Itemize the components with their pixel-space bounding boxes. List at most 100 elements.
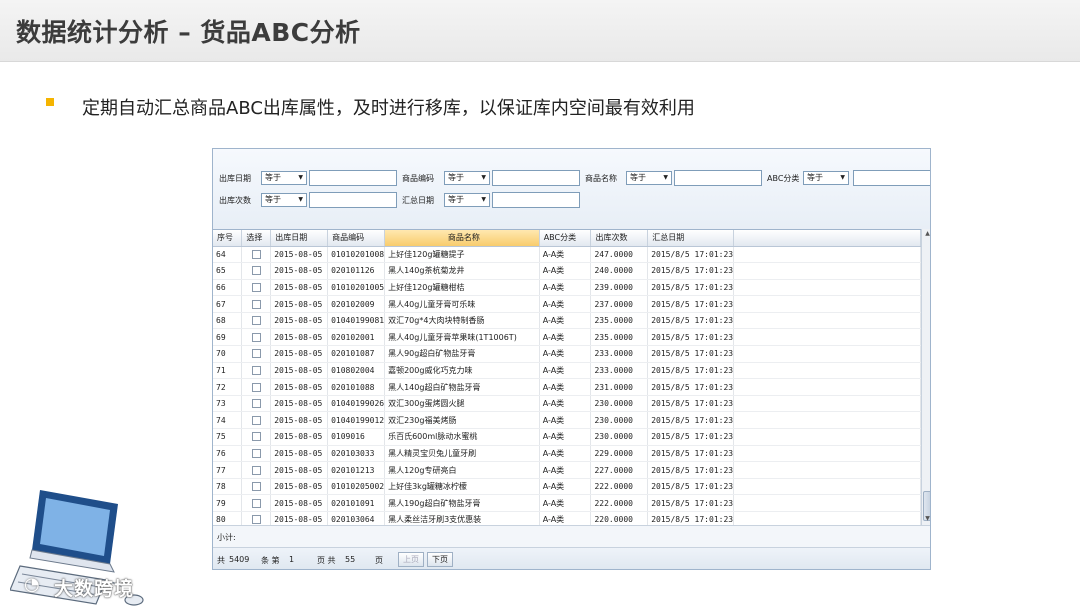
- cell-select[interactable]: [241, 411, 272, 430]
- row-checkbox[interactable]: [251, 249, 261, 259]
- cell-summary-date: 2015/8/5 17:01:23: [647, 395, 735, 413]
- cell-select[interactable]: [241, 378, 272, 396]
- table-row[interactable]: 69 2015-08-05 020102001 黑人40g儿童牙膏苹果味(1T1006…: [213, 328, 921, 347]
- cell-product-name: 黑人120g专研亮白: [384, 461, 540, 479]
- cell-select[interactable]: [241, 328, 272, 347]
- table-row[interactable]: 70 2015-08-05 020101087 黑人90g超白矿物盐牙膏 A-A类 233…: [213, 345, 921, 363]
- filter-op-product-code[interactable]: 等于 ▼: [444, 171, 490, 185]
- cell-select[interactable]: [241, 262, 272, 280]
- cell-select[interactable]: [241, 362, 272, 380]
- table-row[interactable]: 64 2015-08-05 01010201008 上好佳120g罐糖提子 A-A类 24…: [213, 246, 921, 264]
- table-row[interactable]: 71 2015-08-05 010802004 嘉顿200g威化巧克力味 A-A类 233…: [213, 362, 921, 380]
- column-header-abc-class[interactable]: ABC分类: [539, 230, 592, 247]
- table-row[interactable]: 67 2015-08-05 020102009 黑人40g儿童牙膏可乐味 A-A类 237…: [213, 295, 921, 313]
- table-row[interactable]: 66 2015-08-05 01010201005 上好佳120g罐糖柑桔 A-A类 23…: [213, 279, 921, 297]
- filter-op-summary-date[interactable]: 等于 ▼: [444, 193, 490, 207]
- cell-outbound-date: 2015-08-05: [270, 328, 329, 347]
- cell-product-name: 嘉顿200g威化巧克力味: [384, 362, 540, 380]
- cell-abc-class: A-A类: [539, 461, 592, 479]
- cell-product-code: 020101091: [327, 494, 386, 512]
- row-checkbox[interactable]: [251, 465, 261, 475]
- vertical-scrollbar[interactable]: ▲ ▼: [921, 229, 930, 525]
- filter-op-outbound-date[interactable]: 等于 ▼: [261, 171, 307, 185]
- scroll-down-icon[interactable]: ▼: [923, 515, 930, 524]
- row-checkbox[interactable]: [251, 316, 261, 326]
- cell-filler: [733, 345, 921, 363]
- row-checkbox[interactable]: [251, 382, 261, 392]
- row-checkbox[interactable]: [251, 365, 261, 375]
- row-checkbox[interactable]: [251, 432, 261, 442]
- filter-input-abc-class[interactable]: [853, 170, 930, 186]
- filter-input-outbound-count[interactable]: [309, 192, 397, 208]
- cell-select[interactable]: [241, 428, 272, 446]
- cell-select[interactable]: [241, 295, 272, 313]
- cell-select[interactable]: [241, 279, 272, 297]
- table-row[interactable]: 74 2015-08-05 01040199012 双汇230g福美烤肠 A-A类 230…: [213, 411, 921, 430]
- table-row[interactable]: 78 2015-08-05 01010205002 上好佳3kg罐糖冰柠檬 A-A类 22…: [213, 478, 921, 496]
- column-header-index[interactable]: 序号: [213, 230, 243, 247]
- row-checkbox[interactable]: [251, 482, 261, 492]
- cell-select[interactable]: [241, 478, 272, 496]
- column-header-product-code[interactable]: 商品编码: [327, 230, 386, 247]
- cell-abc-class: A-A类: [539, 362, 592, 380]
- row-checkbox[interactable]: [251, 299, 261, 309]
- row-checkbox[interactable]: [251, 415, 261, 425]
- cell-select[interactable]: [241, 461, 272, 479]
- cell-select[interactable]: [241, 395, 272, 413]
- column-header-outbound-date[interactable]: 出库日期: [270, 230, 329, 247]
- table-row[interactable]: 77 2015-08-05 020101213 黑人120g专研亮白 A-A类 227.0…: [213, 461, 921, 479]
- filter-label-outbound-date: 出库日期: [219, 174, 251, 183]
- cell-product-code: 0109016: [327, 428, 386, 446]
- table-row[interactable]: 72 2015-08-05 020101088 黑人140g超白矿物盐牙膏 A-A类 23…: [213, 378, 921, 396]
- filter-op-abc-class[interactable]: 等于 ▼: [803, 171, 849, 185]
- filter-input-product-code[interactable]: [492, 170, 580, 186]
- pager-current-page[interactable]: 1: [289, 555, 294, 564]
- scroll-up-icon[interactable]: ▲: [923, 230, 930, 239]
- filter-input-product-name[interactable]: [674, 170, 762, 186]
- cell-select[interactable]: [241, 345, 272, 363]
- next-page-button[interactable]: 下页: [427, 552, 453, 567]
- cell-index: 64: [213, 246, 243, 264]
- column-header-select[interactable]: 选择: [241, 230, 272, 247]
- row-checkbox[interactable]: [251, 282, 261, 292]
- row-checkbox[interactable]: [251, 266, 261, 276]
- row-checkbox[interactable]: [251, 448, 261, 458]
- filter-input-summary-date[interactable]: [492, 192, 580, 208]
- filter-op-outbound-count[interactable]: 等于 ▼: [261, 193, 307, 207]
- table-row[interactable]: 80 2015-08-05 020103064 黑人柔丝洁牙刷3支优惠装 A-A类 220…: [213, 511, 921, 525]
- table-row[interactable]: 79 2015-08-05 020101091 黑人190g超白矿物盐牙膏 A-A类 22…: [213, 494, 921, 512]
- prev-page-button[interactable]: 上页: [398, 552, 424, 567]
- cell-outbound-date: 2015-08-05: [270, 428, 329, 446]
- cell-abc-class: A-A类: [539, 345, 592, 363]
- column-header-summary-date[interactable]: 汇总日期: [647, 230, 735, 247]
- table-row[interactable]: 76 2015-08-05 020103033 黑人精灵宝贝兔儿童牙刷 A-A类 229.…: [213, 445, 921, 463]
- table-row[interactable]: 65 2015-08-05 020101126 黑人140g茶杭菊龙井 A-A类 240.…: [213, 262, 921, 280]
- filter-input-outbound-date[interactable]: [309, 170, 397, 186]
- cell-filler: [733, 279, 921, 297]
- cell-select[interactable]: [241, 511, 272, 525]
- row-checkbox[interactable]: [251, 515, 261, 525]
- row-checkbox[interactable]: [251, 498, 261, 508]
- row-checkbox[interactable]: [251, 349, 261, 359]
- column-header-outbound-count[interactable]: 出库次数: [590, 230, 649, 247]
- cell-filler: [733, 395, 921, 413]
- cell-abc-class: A-A类: [539, 494, 592, 512]
- cell-product-name: 黑人140g超白矿物盐牙膏: [384, 378, 540, 396]
- row-checkbox[interactable]: [251, 332, 261, 342]
- table-row[interactable]: 75 2015-08-05 0109016 乐百氏600ml脉动水蜜桃 A-A类 230.…: [213, 428, 921, 446]
- cell-outbound-count: 247.0000: [590, 246, 649, 264]
- column-header-product-name[interactable]: 商品名称: [384, 230, 540, 247]
- table-row[interactable]: 73 2015-08-05 01040199026 双汇300g蛋烤圆火腿 A-A类 23…: [213, 395, 921, 413]
- row-checkbox[interactable]: [251, 399, 261, 409]
- cell-select[interactable]: [241, 494, 272, 512]
- cell-select[interactable]: [241, 445, 272, 463]
- cell-product-name: 上好佳3kg罐糖冰柠檬: [384, 478, 540, 496]
- cell-select[interactable]: [241, 246, 272, 264]
- cell-filler: [733, 511, 921, 525]
- table-row[interactable]: 68 2015-08-05 01040199081 双汇70g*4大肉块特制香肠 A-A…: [213, 312, 921, 330]
- cell-filler: [733, 262, 921, 280]
- cell-select[interactable]: [241, 312, 272, 330]
- filter-op-product-name[interactable]: 等于 ▼: [626, 171, 672, 185]
- cell-outbound-date: 2015-08-05: [270, 246, 329, 264]
- watermark-icon: ◔: [24, 574, 40, 595]
